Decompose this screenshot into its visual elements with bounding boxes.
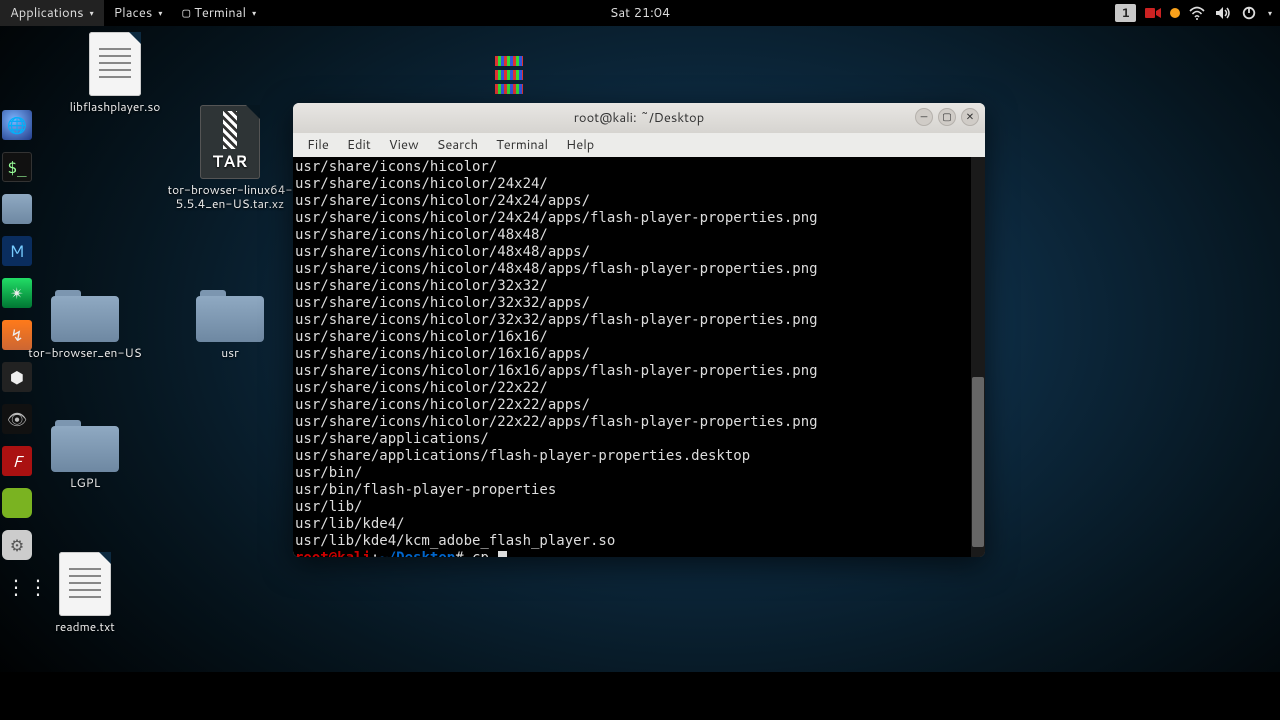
terminal-window: root@kali: ~/Desktop — ▢ ✕ File Edit Vie… <box>293 103 985 557</box>
file-label: tor-browser-linux64-5.5.4_en-US.tar.xz <box>160 183 300 211</box>
zipper-icon <box>223 111 237 149</box>
desktop-file-tor-archive[interactable]: TAR tor-browser-linux64-5.5.4_en-US.tar.… <box>160 105 300 211</box>
folder-icon <box>196 290 264 342</box>
chevron-down-icon: ▾ <box>158 7 162 19</box>
maltego-icon[interactable]: ⬢ <box>2 362 32 392</box>
window-close-button[interactable]: ✕ <box>961 108 979 126</box>
window-titlebar[interactable]: root@kali: ~/Desktop — ▢ ✕ <box>293 103 985 133</box>
menu-terminal[interactable]: Terminal <box>488 134 556 156</box>
desktop-folder-tor-browser[interactable]: tor-browser_en-US <box>15 290 155 360</box>
folder-label: tor-browser_en-US <box>28 346 142 360</box>
workspace-indicator[interactable]: 1 <box>1115 4 1136 22</box>
file-icon <box>59 552 111 616</box>
places-label: Places <box>114 4 153 22</box>
status-dot-icon[interactable] <box>1170 8 1180 18</box>
file-icon <box>89 32 141 96</box>
menu-search[interactable]: Search <box>429 134 486 156</box>
tar-badge: TAR <box>212 150 247 173</box>
scrollbar-thumb[interactable] <box>972 377 984 547</box>
leafpad-icon[interactable] <box>2 488 32 518</box>
window-title: root@kali: ~/Desktop <box>574 109 704 127</box>
places-menu[interactable]: Places ▾ <box>104 0 173 26</box>
window-maximize-button[interactable]: ▢ <box>938 108 956 126</box>
terminal-launcher-icon[interactable]: $_ <box>2 152 32 182</box>
applications-label: Applications <box>10 4 84 22</box>
chevron-down-icon: ▾ <box>90 7 94 19</box>
chevron-down-icon: ▾ <box>252 7 256 19</box>
recording-icon[interactable] <box>1144 4 1162 22</box>
terminal-output[interactable]: usr/share/icons/hicolor/ usr/share/icons… <box>293 157 985 557</box>
folder-label: LGPL <box>70 476 100 490</box>
desktop-folder-usr[interactable]: usr <box>160 290 300 360</box>
menu-view[interactable]: View <box>381 134 427 156</box>
zenmap-icon[interactable]: 👁 <box>2 404 32 434</box>
tweak-icon[interactable]: ⚙ <box>2 530 32 560</box>
menu-help[interactable]: Help <box>558 134 602 156</box>
archive-icon: TAR <box>200 105 260 179</box>
desktop-thumbnail-icon[interactable] <box>495 56 525 98</box>
folder-icon <box>51 420 119 472</box>
armitage-icon[interactable]: ✴ <box>2 278 32 308</box>
file-label: libflashplayer.so <box>70 100 161 114</box>
dash-dock: 🌐 $_ M ✴ ↯ ⬢ 👁 F ⚙ ⋮⋮⋮ <box>2 110 36 602</box>
desktop-file-libflashplayer[interactable]: libflashplayer.so <box>45 32 185 114</box>
clock[interactable]: Sat 21:04 <box>600 0 681 26</box>
faraday-icon[interactable]: F <box>2 446 32 476</box>
iceweasel-icon[interactable]: 🌐 <box>2 110 32 140</box>
terminal-menubar: File Edit View Search Terminal Help <box>293 133 985 157</box>
terminal-cursor <box>498 551 507 557</box>
clock-text: Sat 21:04 <box>610 4 671 22</box>
burp-icon[interactable]: ↯ <box>2 320 32 350</box>
folder-icon <box>51 290 119 342</box>
folder-label: usr <box>221 346 239 360</box>
chevron-down-icon[interactable]: ▾ <box>1268 7 1272 19</box>
terminal-icon: ▢ <box>182 6 190 21</box>
active-app-menu[interactable]: ▢ Terminal ▾ <box>172 0 266 26</box>
power-icon[interactable] <box>1240 4 1258 22</box>
top-panel: Applications ▾ Places ▾ ▢ Terminal ▾ Sat 21… <box>0 0 1280 26</box>
files-icon[interactable] <box>2 194 32 224</box>
file-label: readme.txt <box>55 620 115 634</box>
metasploit-icon[interactable]: M <box>2 236 32 266</box>
applications-menu[interactable]: Applications ▾ <box>0 0 104 26</box>
menu-file[interactable]: File <box>299 134 337 156</box>
terminal-scrollbar[interactable] <box>971 157 985 557</box>
network-icon[interactable] <box>1188 4 1206 22</box>
active-app-label: Terminal <box>194 4 246 22</box>
apps-grid-icon[interactable]: ⋮⋮⋮ <box>2 572 32 602</box>
letterbox-bottom <box>0 672 1280 720</box>
menu-edit[interactable]: Edit <box>339 134 379 156</box>
desktop-folder-lgpl[interactable]: LGPL <box>15 420 155 490</box>
window-minimize-button[interactable]: — <box>915 108 933 126</box>
volume-icon[interactable] <box>1214 4 1232 22</box>
